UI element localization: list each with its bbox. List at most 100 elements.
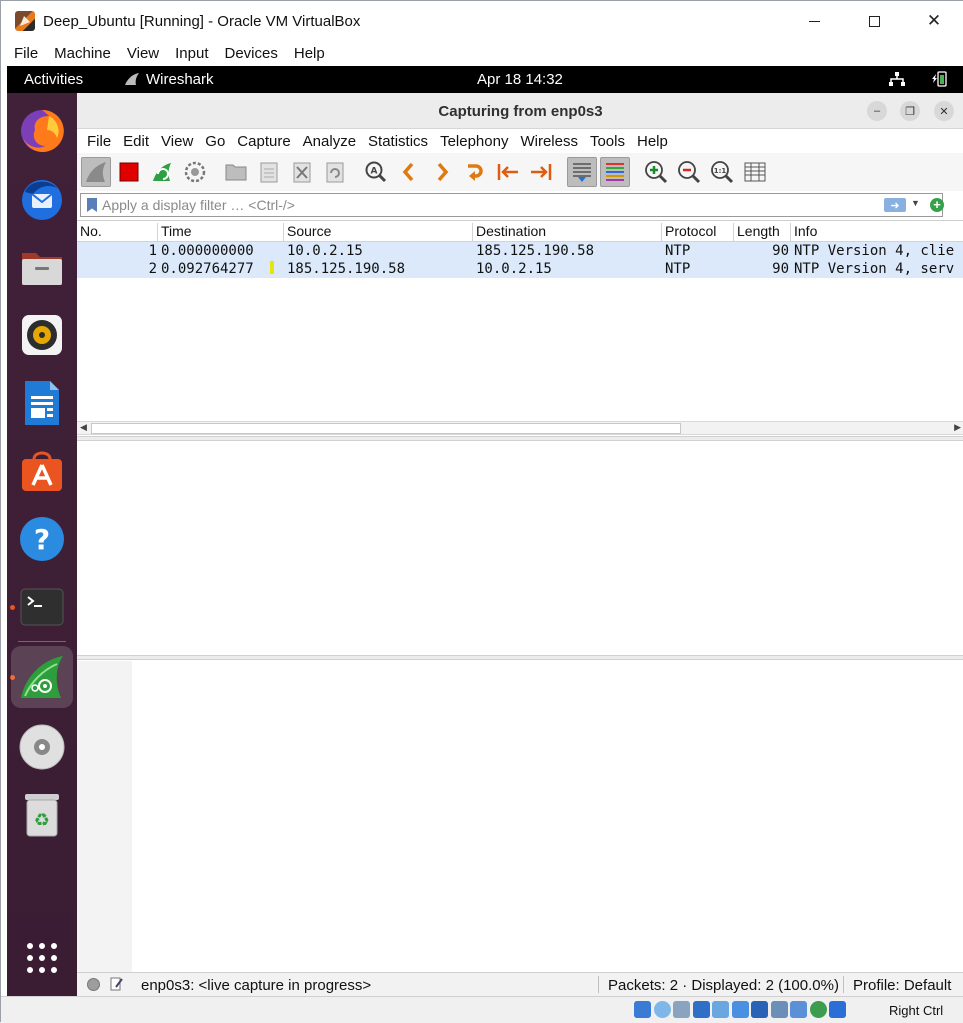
- close-button[interactable]: ✕: [904, 1, 963, 41]
- rhythmbox-icon[interactable]: [18, 311, 66, 359]
- scroll-left-icon[interactable]: ◀: [80, 422, 87, 433]
- display-filter-input[interactable]: [102, 196, 872, 214]
- hard-disk-icon[interactable]: [634, 1001, 651, 1018]
- vbox-menu-devices[interactable]: Devices: [217, 45, 286, 62]
- zoom-out-button[interactable]: [674, 157, 704, 187]
- clock[interactable]: Apr 18 14:32: [477, 71, 563, 88]
- expert-info-indicator[interactable]: [87, 978, 100, 991]
- maximize-button[interactable]: [844, 1, 904, 41]
- vt-x-icon[interactable]: [790, 1001, 807, 1018]
- apply-filter-button[interactable]: ➜: [884, 198, 906, 212]
- vbox-menu-view[interactable]: View: [119, 45, 167, 62]
- resize-columns-button[interactable]: [740, 157, 770, 187]
- menu-telephony[interactable]: Telephony: [440, 133, 508, 150]
- menu-statistics[interactable]: Statistics: [368, 133, 428, 150]
- optical-drive-icon[interactable]: [653, 1001, 671, 1018]
- thunderbird-icon[interactable]: [18, 175, 66, 223]
- zoom-in-button[interactable]: [641, 157, 671, 187]
- network-adapter-icon[interactable]: [692, 1001, 710, 1018]
- zoom-reset-icon: 1:1: [711, 161, 734, 184]
- firefox-icon[interactable]: [18, 107, 66, 155]
- reload-icon: [326, 162, 344, 183]
- stop-capture-button[interactable]: [114, 157, 144, 187]
- recording-icon[interactable]: [770, 1001, 788, 1018]
- autoscroll-button[interactable]: [567, 157, 597, 187]
- first-packet-button[interactable]: [493, 157, 523, 187]
- menu-capture[interactable]: Capture: [237, 133, 290, 150]
- menu-go[interactable]: Go: [205, 133, 225, 150]
- go-forward-button[interactable]: [427, 157, 457, 187]
- disc-icon[interactable]: [18, 723, 66, 771]
- go-back-button[interactable]: [394, 157, 424, 187]
- column-header-source[interactable]: Source: [284, 223, 473, 242]
- last-packet-button[interactable]: [526, 157, 556, 187]
- menu-view[interactable]: View: [161, 133, 193, 150]
- colorize-button[interactable]: [600, 157, 630, 187]
- column-header-protocol[interactable]: Protocol: [662, 223, 734, 242]
- usb-icon[interactable]: [712, 1001, 729, 1018]
- status-separator: [843, 976, 844, 993]
- vbox-menu-machine[interactable]: Machine: [46, 45, 119, 62]
- audio-icon[interactable]: [673, 1001, 690, 1018]
- open-file-button[interactable]: [221, 157, 251, 187]
- table-row[interactable]: 2 0.092764277 185.125.190.58 10.0.2.15 N…: [77, 260, 963, 278]
- vbox-menu-file[interactable]: File: [6, 45, 46, 62]
- ws-minimize-button[interactable]: –: [867, 101, 887, 121]
- menu-analyze[interactable]: Analyze: [303, 133, 356, 150]
- app-center-icon[interactable]: [18, 447, 66, 495]
- app-menu-wireshark[interactable]: Wireshark: [146, 71, 214, 88]
- column-header-length[interactable]: Length: [734, 223, 791, 242]
- go-to-packet-button[interactable]: [460, 157, 490, 187]
- packet-details-pane[interactable]: [77, 441, 963, 655]
- scroll-right-icon[interactable]: ▶: [954, 422, 961, 433]
- ws-restore-button[interactable]: ❐: [900, 101, 920, 121]
- guest-additions-icon[interactable]: [809, 1001, 827, 1018]
- column-header-no[interactable]: No.: [77, 223, 158, 242]
- scrollbar-thumb[interactable]: [91, 423, 681, 434]
- column-header-time[interactable]: Time: [158, 223, 284, 242]
- activities-button[interactable]: Activities: [24, 71, 83, 88]
- writer-icon[interactable]: [18, 379, 66, 427]
- normal-size-button[interactable]: 1:1: [707, 157, 737, 187]
- add-filter-button[interactable]: +: [930, 198, 944, 212]
- close-file-button[interactable]: [287, 157, 317, 187]
- battery-icon[interactable]: [931, 71, 949, 87]
- profile-selector[interactable]: Profile: Default: [853, 977, 951, 994]
- shared-folders-icon[interactable]: [731, 1001, 749, 1018]
- bookmark-icon[interactable]: [87, 198, 97, 212]
- display-icon[interactable]: [751, 1001, 768, 1018]
- start-capture-button[interactable]: [81, 157, 111, 187]
- trash-icon[interactable]: ♻: [18, 791, 66, 839]
- help-icon[interactable]: ?: [18, 515, 66, 563]
- menu-file[interactable]: File: [87, 133, 111, 150]
- mouse-integration-icon[interactable]: [829, 1001, 846, 1018]
- arrow-right-icon: ➜: [890, 199, 900, 212]
- vbox-menu-help[interactable]: Help: [286, 45, 333, 62]
- show-apps-icon[interactable]: [18, 934, 66, 982]
- restart-capture-button[interactable]: [147, 157, 177, 187]
- wireshark-icon[interactable]: [11, 646, 73, 708]
- capture-status: enp0s3: <live capture in progress>: [141, 977, 372, 994]
- column-header-destination[interactable]: Destination: [473, 223, 662, 242]
- network-icon[interactable]: [889, 72, 905, 86]
- vbox-menu-input[interactable]: Input: [167, 45, 216, 62]
- files-icon[interactable]: [18, 243, 66, 291]
- column-header-info[interactable]: Info: [791, 223, 963, 242]
- capture-options-button[interactable]: [180, 157, 210, 187]
- menu-wireless[interactable]: Wireless: [520, 133, 578, 150]
- menu-tools[interactable]: Tools: [590, 133, 625, 150]
- menu-help[interactable]: Help: [637, 133, 668, 150]
- pane-splitter[interactable]: [77, 655, 963, 660]
- capture-comment-icon[interactable]: [110, 977, 123, 991]
- menu-edit[interactable]: Edit: [123, 133, 149, 150]
- reload-file-button[interactable]: [320, 157, 350, 187]
- table-row[interactable]: 1 0.000000000 10.0.2.15 185.125.190.58 N…: [77, 242, 963, 260]
- save-file-button[interactable]: [254, 157, 284, 187]
- ws-close-button[interactable]: ✕: [934, 101, 954, 121]
- find-packet-button[interactable]: A: [361, 157, 391, 187]
- filter-history-dropdown[interactable]: ▼: [911, 198, 920, 208]
- packet-bytes-pane[interactable]: [77, 661, 963, 972]
- packet-list-hscrollbar[interactable]: ◀ ▶: [77, 421, 963, 435]
- minimize-button[interactable]: [784, 1, 844, 41]
- terminal-icon[interactable]: [18, 583, 66, 631]
